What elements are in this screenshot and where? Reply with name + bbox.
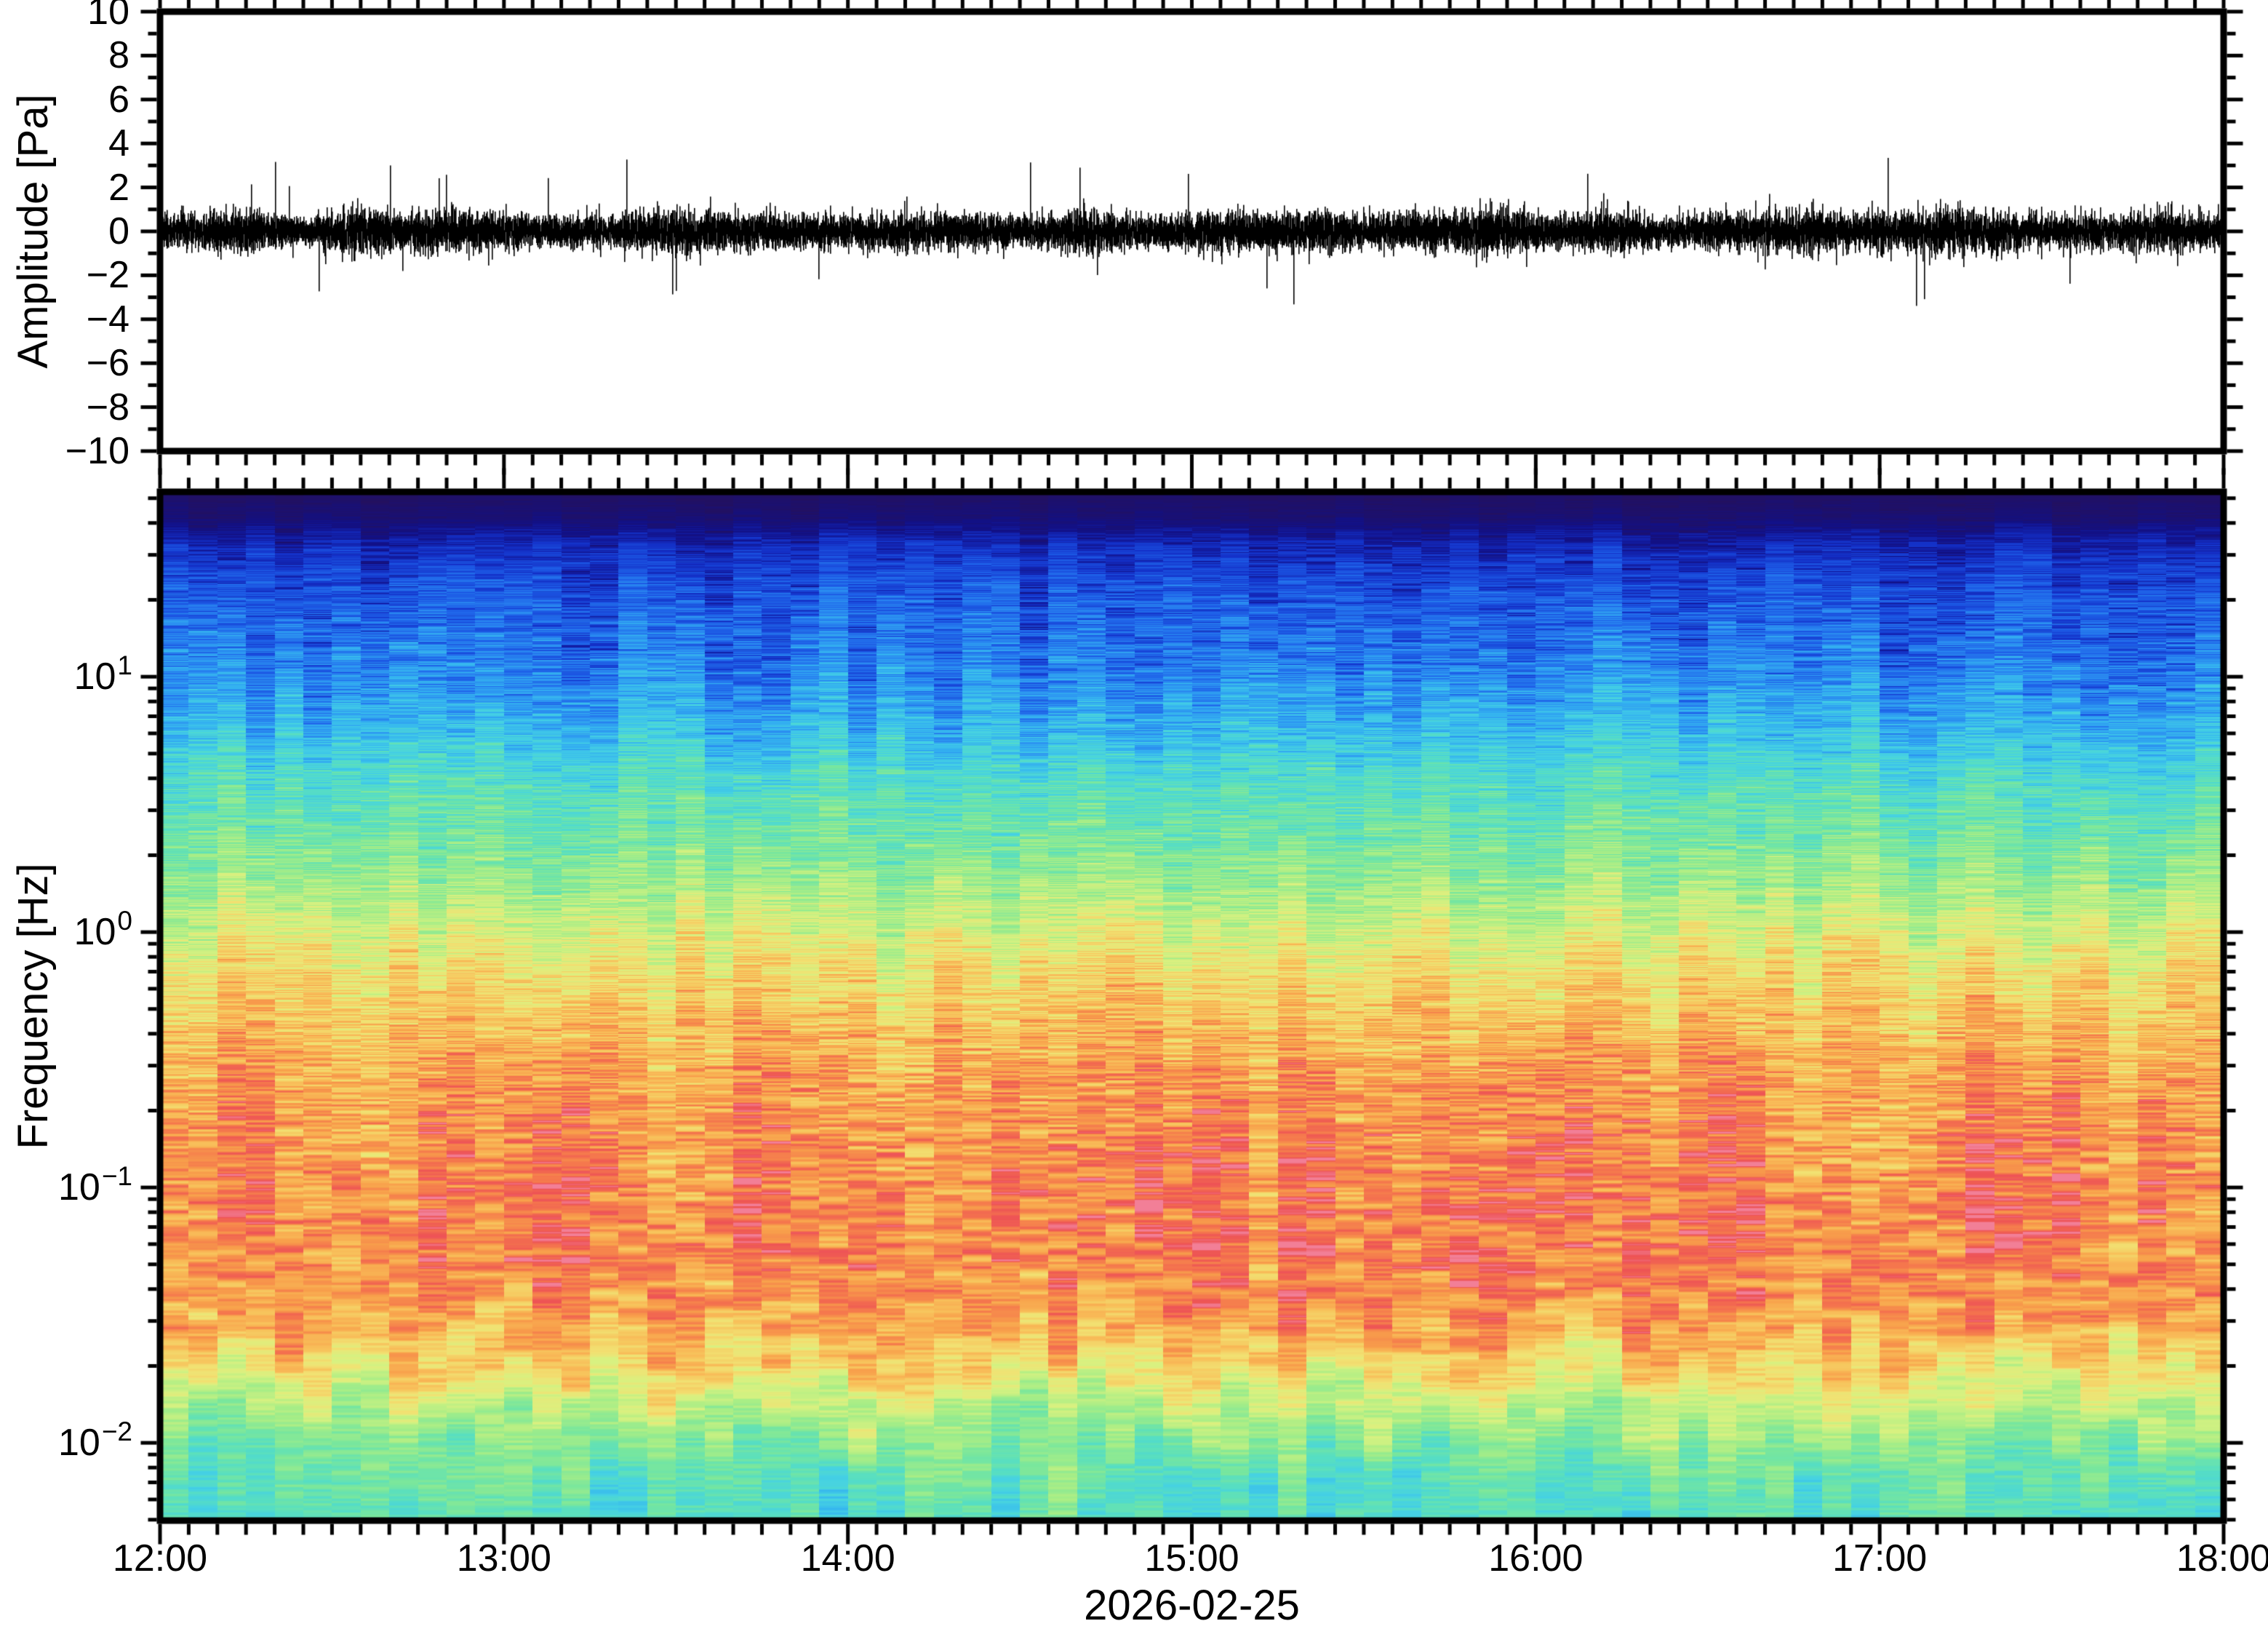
amp-tick-label: −2 [86,254,129,297]
amp-tick-label: −8 [86,386,129,429]
x-tick-label: 16:00 [1488,1537,1584,1580]
amp-tick-label: 4 [108,122,129,165]
amp-tick-label: −6 [86,342,129,385]
amp-tick-label: −4 [86,298,129,340]
x-tick-label: 17:00 [1832,1537,1928,1580]
freq-tick-exponent: −2 [101,1417,132,1447]
freq-tick-label: 10−1 [57,1161,132,1209]
freq-tick-exponent: −1 [101,1161,132,1192]
freq-tick-label: 100 [73,906,132,954]
amp-tick-label: 8 [108,34,129,77]
x-tick-label: 14:00 [800,1537,895,1580]
date-axis-label: 2026-02-25 [1084,1582,1300,1629]
amp-tick-label: 2 [108,166,129,209]
freq-tick-exponent: 0 [117,906,132,936]
freq-tick-exponent: 1 [117,650,132,681]
x-tick-label: 13:00 [456,1537,551,1580]
freq-tick-label: 10−2 [57,1417,132,1465]
amplitude-axis-label: Amplitude [Pa] [9,94,57,369]
x-tick-label: 18:00 [2176,1537,2268,1580]
amp-tick-label: 10 [87,0,129,33]
amp-tick-label: 6 [108,78,129,121]
axes-frame [0,0,2268,1624]
frequency-axis-label: Frequency [Hz] [9,863,57,1150]
amp-tick-label: 0 [108,210,129,252]
x-tick-label: 12:00 [112,1537,208,1580]
x-tick-label: 15:00 [1144,1537,1239,1580]
figure: { "figure": { "kind": "infrasound wavefo… [0,0,2268,1629]
amp-tick-label: −10 [65,430,129,472]
freq-tick-label: 101 [73,650,132,698]
